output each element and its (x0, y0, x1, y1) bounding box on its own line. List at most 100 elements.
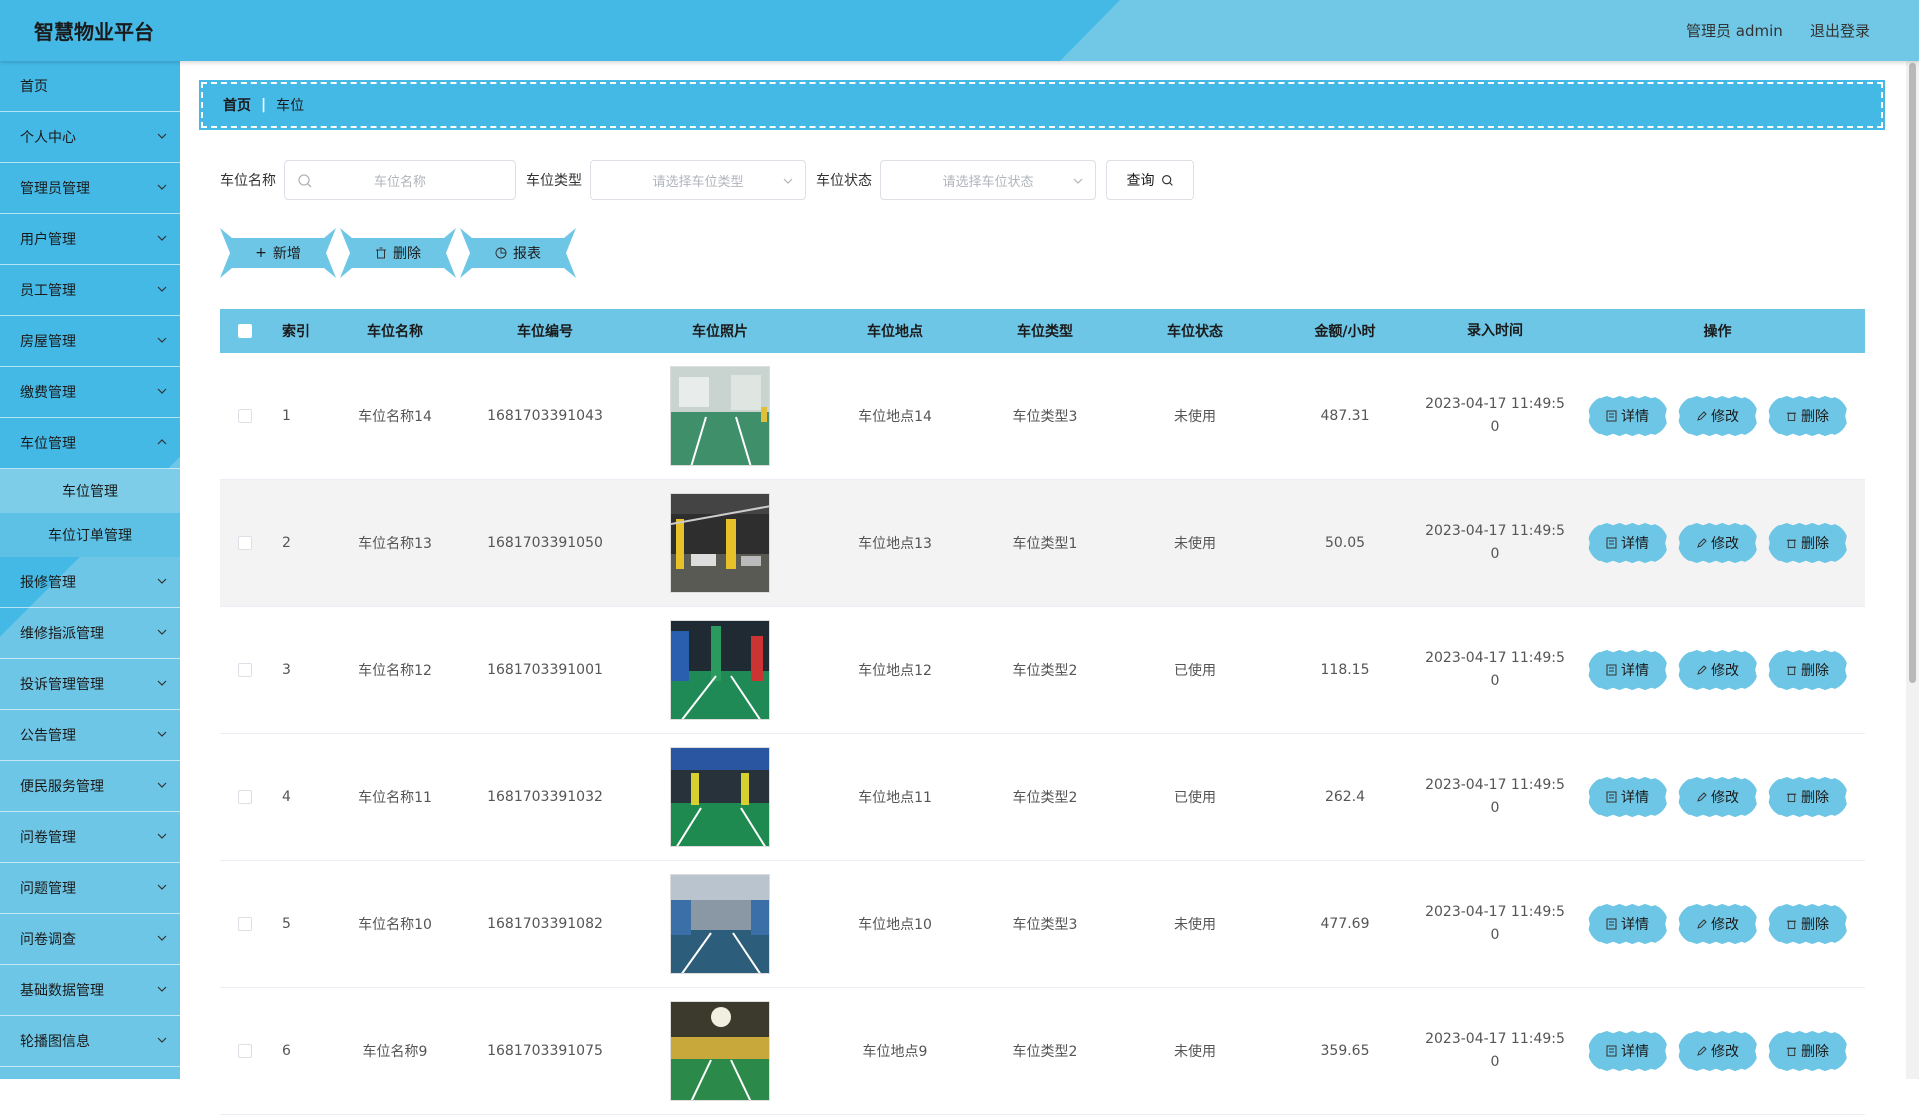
edit-button[interactable]: 修改 (1677, 1031, 1758, 1071)
sidebar-item-notices[interactable]: 公告管理 (0, 710, 180, 761)
edit-button[interactable]: 修改 (1677, 523, 1758, 563)
cell-index: 5 (282, 916, 291, 932)
table-row: 5 车位名称10 1681703391082 车位地点10 车位类型3 未使用 … (220, 861, 1865, 988)
parking-photo[interactable] (670, 366, 770, 466)
edit-button[interactable]: 修改 (1677, 777, 1758, 817)
parking-photo[interactable] (670, 874, 770, 974)
sidebar-item-carousel[interactable]: 轮播图信息 (0, 1016, 180, 1067)
cell-time: 2023-04-17 11:49:5 0 (1420, 774, 1570, 820)
sidebar-item-home[interactable]: 首页 (0, 61, 180, 112)
breadcrumb-home[interactable]: 首页 (223, 95, 251, 115)
batch-delete-button[interactable]: 删除 (340, 228, 456, 278)
sidebar-item-users[interactable]: 用户管理 (0, 214, 180, 265)
chevron-down-icon (157, 782, 167, 788)
sidebar-item-dispatch[interactable]: 维修指派管理 (0, 608, 180, 659)
delete-button[interactable]: 删除 (1767, 1031, 1848, 1071)
cell-name: 车位名称13 (358, 536, 432, 552)
trash-icon (1786, 920, 1797, 930)
table-row: 4 车位名称11 1681703391032 车位地点11 车位类型2 已使用 … (220, 734, 1865, 861)
sidebar-item-questions[interactable]: 问题管理 (0, 863, 180, 914)
chevron-down-icon (157, 235, 167, 241)
cell-time-line2: 0 (1490, 419, 1500, 435)
header-name: 车位名称 (367, 324, 423, 340)
cell-status: 未使用 (1174, 917, 1216, 933)
detail-button[interactable]: 详情 (1587, 396, 1668, 436)
report-button[interactable]: 报表 (460, 228, 576, 278)
row-checkbox[interactable] (238, 663, 252, 677)
select-all-checkbox[interactable] (238, 324, 252, 338)
row-checkbox[interactable] (238, 1044, 252, 1058)
row-checkbox[interactable] (238, 917, 252, 931)
sidebar-subitem-parking-orders[interactable]: 车位订单管理 (0, 513, 180, 557)
edit-label: 修改 (1711, 790, 1739, 806)
delete-label: 删除 (1801, 790, 1829, 806)
add-button[interactable]: + 新增 (220, 228, 336, 278)
cell-status: 已使用 (1174, 663, 1216, 679)
delete-button[interactable]: 删除 (1767, 396, 1848, 436)
type-filter-label: 车位类型 (526, 173, 582, 189)
sidebar-menu: 首页 个人中心 管理员管理 用户管理 员工管理 房屋管理 缴费管理 车位管理 车… (0, 61, 180, 1079)
scrollbar-thumb[interactable] (1909, 63, 1916, 683)
delete-button[interactable]: 删除 (1767, 523, 1848, 563)
detail-button[interactable]: 详情 (1587, 1031, 1668, 1071)
edit-button[interactable]: 修改 (1677, 650, 1758, 690)
sidebar-item-label: 车位管理 (20, 436, 76, 452)
pie-chart-icon (495, 247, 507, 259)
sidebar-item-repair[interactable]: 报修管理 (0, 557, 180, 608)
parking-photo[interactable] (670, 1001, 770, 1101)
detail-button[interactable]: 详情 (1587, 650, 1668, 690)
row-checkbox[interactable] (238, 790, 252, 804)
edit-label: 修改 (1711, 663, 1739, 679)
search-icon (298, 174, 312, 188)
detail-button[interactable]: 详情 (1587, 523, 1668, 563)
vertical-scrollbar[interactable] (1906, 61, 1919, 1079)
parking-photo[interactable] (670, 747, 770, 847)
sidebar-item-admin[interactable]: 管理员管理 (0, 163, 180, 214)
header-status: 车位状态 (1167, 324, 1223, 340)
name-filter-input[interactable]: 车位名称 (284, 160, 516, 200)
edit-button[interactable]: 修改 (1677, 396, 1758, 436)
cell-code: 1681703391001 (487, 662, 603, 678)
sidebar-item-staff[interactable]: 员工管理 (0, 265, 180, 316)
cell-time-line2: 0 (1490, 800, 1500, 816)
sidebar-item-services[interactable]: 便民服务管理 (0, 761, 180, 812)
header-decoration (1060, 0, 1919, 61)
query-button[interactable]: 查询 (1106, 160, 1194, 200)
cell-amount: 487.31 (1320, 408, 1370, 424)
sidebar-item-questionnaire[interactable]: 问卷调查 (0, 914, 180, 965)
cell-code: 1681703391082 (487, 916, 603, 932)
row-checkbox[interactable] (238, 536, 252, 550)
chevron-down-icon (157, 884, 167, 890)
edit-icon (1697, 792, 1707, 802)
edit-button[interactable]: 修改 (1677, 904, 1758, 944)
sidebar-item-complaints[interactable]: 投诉管理管理 (0, 659, 180, 710)
delete-button[interactable]: 删除 (1767, 777, 1848, 817)
delete-button[interactable]: 删除 (1767, 904, 1848, 944)
sidebar-item-profile[interactable]: 个人中心 (0, 112, 180, 163)
sidebar-item-parking[interactable]: 车位管理 (0, 418, 180, 469)
cell-time: 2023-04-17 11:49:5 0 (1420, 647, 1570, 693)
sidebar-item-base-data[interactable]: 基础数据管理 (0, 965, 180, 1016)
sidebar-item-houses[interactable]: 房屋管理 (0, 316, 180, 367)
cell-name: 车位名称10 (358, 917, 432, 933)
sidebar-item-label: 员工管理 (20, 283, 76, 299)
status-filter-select[interactable]: 请选择车位状态 (880, 160, 1096, 200)
cell-code: 1681703391075 (487, 1043, 603, 1059)
sidebar-item-surveys[interactable]: 问卷管理 (0, 812, 180, 863)
header-amount: 金额/小时 (1314, 324, 1376, 340)
logout-link[interactable]: 退出登录 (1810, 20, 1870, 41)
row-checkbox[interactable] (238, 409, 252, 423)
detail-button[interactable]: 详情 (1587, 904, 1668, 944)
sidebar-item-payments[interactable]: 缴费管理 (0, 367, 180, 418)
sidebar-item-label: 便民服务管理 (20, 779, 104, 795)
cell-amount: 359.65 (1320, 1043, 1370, 1059)
cell-time-line2: 0 (1490, 1054, 1500, 1070)
sidebar-subitem-parking-manage[interactable]: 车位管理 (0, 469, 180, 513)
type-filter-select[interactable]: 请选择车位类型 (590, 160, 806, 200)
detail-button[interactable]: 详情 (1587, 777, 1668, 817)
name-filter-label: 车位名称 (220, 173, 276, 189)
delete-button[interactable]: 删除 (1767, 650, 1848, 690)
cell-index: 1 (282, 408, 291, 424)
parking-photo[interactable] (670, 620, 770, 720)
parking-photo[interactable] (670, 493, 770, 593)
